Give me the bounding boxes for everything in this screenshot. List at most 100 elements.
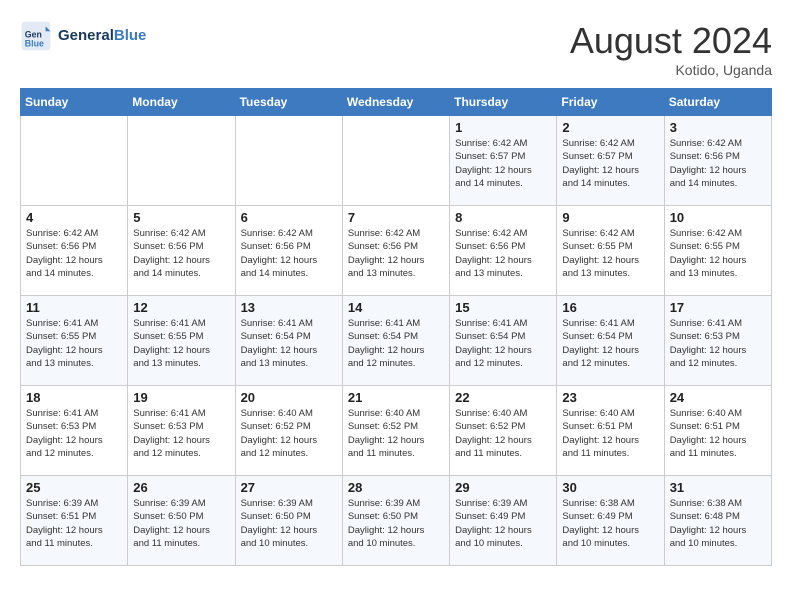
day-info: Sunrise: 6:41 AMSunset: 6:53 PMDaylight:…: [26, 407, 122, 460]
logo-icon: Gen Blue: [20, 20, 52, 52]
weekday-header: Wednesday: [342, 89, 449, 116]
day-info: Sunrise: 6:39 AMSunset: 6:49 PMDaylight:…: [455, 497, 551, 550]
day-number: 12: [133, 300, 229, 315]
location: Kotido, Uganda: [570, 62, 772, 78]
day-number: 10: [670, 210, 766, 225]
calendar-cell: 24Sunrise: 6:40 AMSunset: 6:51 PMDayligh…: [664, 386, 771, 476]
calendar-cell: 25 Sunrise: 6:39 AMSunset: 6:51 PMDayligh…: [21, 476, 128, 566]
day-info: Sunrise: 6:42 AMSunset: 6:56 PMDaylight:…: [241, 227, 337, 280]
day-info: Sunrise: 6:40 AMSunset: 6:52 PMDaylight:…: [241, 407, 337, 460]
day-number: 19: [133, 390, 229, 405]
day-info: Sunrise: 6:42 AMSunset: 6:56 PMDaylight:…: [26, 227, 122, 280]
day-number: 14: [348, 300, 444, 315]
calendar-cell: 1 Sunrise: 6:42 AMSunset: 6:57 PMDaylight…: [450, 116, 557, 206]
day-number: 17: [670, 300, 766, 315]
day-info: Sunrise: 6:38 AMSunset: 6:49 PMDaylight:…: [562, 497, 658, 550]
calendar-cell: 26 Sunrise: 6:39 AMSunset: 6:50 PMDayligh…: [128, 476, 235, 566]
weekday-header: Thursday: [450, 89, 557, 116]
page-header: Gen Blue GeneralBlue August 2024 Kotido,…: [20, 20, 772, 78]
calendar-week-row: 11Sunrise: 6:41 AMSunset: 6:55 PMDayligh…: [21, 296, 772, 386]
calendar-cell: 15Sunrise: 6:41 AMSunset: 6:54 PMDayligh…: [450, 296, 557, 386]
day-number: 30: [562, 480, 658, 495]
day-info: Sunrise: 6:39 AMSunset: 6:50 PMDaylight:…: [133, 497, 229, 550]
calendar-week-row: 1 Sunrise: 6:42 AMSunset: 6:57 PMDaylight…: [21, 116, 772, 206]
day-number: 28: [348, 480, 444, 495]
calendar-cell: 29 Sunrise: 6:39 AMSunset: 6:49 PMDayligh…: [450, 476, 557, 566]
weekday-header: Tuesday: [235, 89, 342, 116]
day-number: 26: [133, 480, 229, 495]
day-number: 9: [562, 210, 658, 225]
day-info: Sunrise: 6:41 AMSunset: 6:53 PMDaylight:…: [133, 407, 229, 460]
day-number: 1: [455, 120, 551, 135]
day-number: 16: [562, 300, 658, 315]
calendar-week-row: 18 Sunrise: 6:41 AMSunset: 6:53 PMDayligh…: [21, 386, 772, 476]
calendar-cell: 5 Sunrise: 6:42 AMSunset: 6:56 PMDaylight…: [128, 206, 235, 296]
day-info: Sunrise: 6:40 AMSunset: 6:52 PMDaylight:…: [455, 407, 551, 460]
day-info: Sunrise: 6:42 AMSunset: 6:57 PMDaylight:…: [455, 137, 551, 190]
day-info: Sunrise: 6:40 AMSunset: 6:52 PMDaylight:…: [348, 407, 444, 460]
calendar-cell: 31 Sunrise: 6:38 AMSunset: 6:48 PMDayligh…: [664, 476, 771, 566]
day-info: Sunrise: 6:38 AMSunset: 6:48 PMDaylight:…: [670, 497, 766, 550]
calendar-cell: 8Sunrise: 6:42 AMSunset: 6:56 PMDaylight…: [450, 206, 557, 296]
day-number: 11: [26, 300, 122, 315]
calendar-cell: 10 Sunrise: 6:42 AMSunset: 6:55 PMDayligh…: [664, 206, 771, 296]
day-info: Sunrise: 6:42 AMSunset: 6:56 PMDaylight:…: [133, 227, 229, 280]
day-info: Sunrise: 6:39 AMSunset: 6:51 PMDaylight:…: [26, 497, 122, 550]
calendar-cell: 16 Sunrise: 6:41 AMSunset: 6:54 PMDayligh…: [557, 296, 664, 386]
month-year: August 2024: [570, 20, 772, 62]
calendar-cell: 14 Sunrise: 6:41 AMSunset: 6:54 PMDayligh…: [342, 296, 449, 386]
calendar-cell: [128, 116, 235, 206]
day-info: Sunrise: 6:40 AMSunset: 6:51 PMDaylight:…: [562, 407, 658, 460]
logo-blue: Blue: [114, 27, 147, 44]
calendar-cell: 17Sunrise: 6:41 AMSunset: 6:53 PMDayligh…: [664, 296, 771, 386]
day-info: Sunrise: 6:41 AMSunset: 6:54 PMDaylight:…: [455, 317, 551, 370]
day-number: 4: [26, 210, 122, 225]
day-number: 5: [133, 210, 229, 225]
day-info: Sunrise: 6:40 AMSunset: 6:51 PMDaylight:…: [670, 407, 766, 460]
weekday-header: Monday: [128, 89, 235, 116]
day-number: 29: [455, 480, 551, 495]
weekday-header: Saturday: [664, 89, 771, 116]
calendar-cell: 20 Sunrise: 6:40 AMSunset: 6:52 PMDayligh…: [235, 386, 342, 476]
day-number: 18: [26, 390, 122, 405]
day-info: Sunrise: 6:39 AMSunset: 6:50 PMDaylight:…: [348, 497, 444, 550]
calendar-cell: 12Sunrise: 6:41 AMSunset: 6:55 PMDayligh…: [128, 296, 235, 386]
day-number: 7: [348, 210, 444, 225]
day-info: Sunrise: 6:41 AMSunset: 6:54 PMDaylight:…: [562, 317, 658, 370]
calendar-cell: 13Sunrise: 6:41 AMSunset: 6:54 PMDayligh…: [235, 296, 342, 386]
day-info: Sunrise: 6:41 AMSunset: 6:54 PMDaylight:…: [241, 317, 337, 370]
svg-text:Blue: Blue: [25, 38, 44, 48]
calendar-cell: 4 Sunrise: 6:42 AMSunset: 6:56 PMDaylight…: [21, 206, 128, 296]
calendar-cell: [235, 116, 342, 206]
calendar-table: SundayMondayTuesdayWednesdayThursdayFrid…: [20, 88, 772, 566]
day-info: Sunrise: 6:42 AMSunset: 6:57 PMDaylight:…: [562, 137, 658, 190]
day-info: Sunrise: 6:42 AMSunset: 6:56 PMDaylight:…: [670, 137, 766, 190]
calendar-cell: 6Sunrise: 6:42 AMSunset: 6:56 PMDaylight…: [235, 206, 342, 296]
day-number: 31: [670, 480, 766, 495]
day-info: Sunrise: 6:41 AMSunset: 6:54 PMDaylight:…: [348, 317, 444, 370]
calendar-cell: 19 Sunrise: 6:41 AMSunset: 6:53 PMDayligh…: [128, 386, 235, 476]
calendar-cell: 23Sunrise: 6:40 AMSunset: 6:51 PMDayligh…: [557, 386, 664, 476]
day-number: 20: [241, 390, 337, 405]
calendar-week-row: 25 Sunrise: 6:39 AMSunset: 6:51 PMDayligh…: [21, 476, 772, 566]
day-number: 21: [348, 390, 444, 405]
calendar-cell: 28 Sunrise: 6:39 AMSunset: 6:50 PMDayligh…: [342, 476, 449, 566]
logo: Gen Blue GeneralBlue: [20, 20, 146, 52]
logo-general: General: [58, 27, 114, 44]
calendar-cell: 30 Sunrise: 6:38 AMSunset: 6:49 PMDayligh…: [557, 476, 664, 566]
day-number: 8: [455, 210, 551, 225]
day-number: 25: [26, 480, 122, 495]
calendar-cell: 18 Sunrise: 6:41 AMSunset: 6:53 PMDayligh…: [21, 386, 128, 476]
day-info: Sunrise: 6:42 AMSunset: 6:55 PMDaylight:…: [670, 227, 766, 280]
calendar-cell: 3Sunrise: 6:42 AMSunset: 6:56 PMDaylight…: [664, 116, 771, 206]
calendar-cell: 11Sunrise: 6:41 AMSunset: 6:55 PMDayligh…: [21, 296, 128, 386]
day-info: Sunrise: 6:42 AMSunset: 6:55 PMDaylight:…: [562, 227, 658, 280]
calendar-cell: 9 Sunrise: 6:42 AMSunset: 6:55 PMDaylight…: [557, 206, 664, 296]
calendar-cell: [21, 116, 128, 206]
calendar-cell: [342, 116, 449, 206]
calendar-header-row: SundayMondayTuesdayWednesdayThursdayFrid…: [21, 89, 772, 116]
calendar-cell: 2Sunrise: 6:42 AMSunset: 6:57 PMDaylight…: [557, 116, 664, 206]
calendar-cell: 22Sunrise: 6:40 AMSunset: 6:52 PMDayligh…: [450, 386, 557, 476]
calendar-cell: 27Sunrise: 6:39 AMSunset: 6:50 PMDayligh…: [235, 476, 342, 566]
day-number: 27: [241, 480, 337, 495]
